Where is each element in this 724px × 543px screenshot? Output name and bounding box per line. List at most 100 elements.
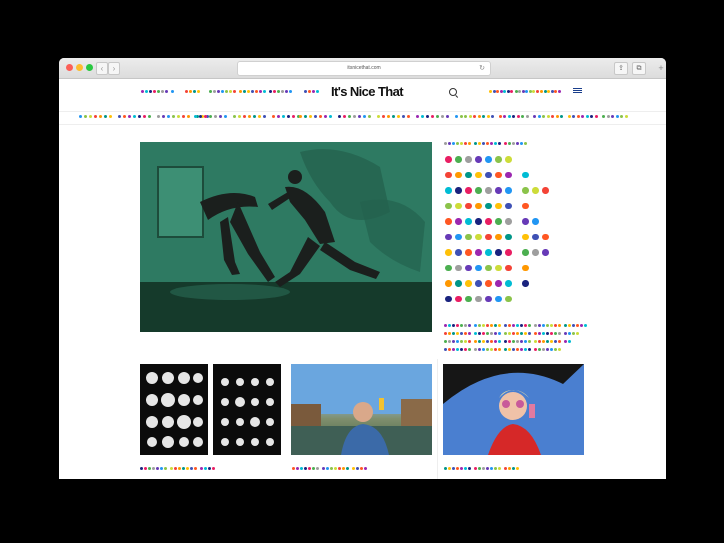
masked-char	[455, 264, 462, 271]
sidebar-headline[interactable]	[445, 202, 532, 209]
sidebar-text	[444, 332, 580, 335]
sidebar-headline[interactable]	[445, 233, 552, 240]
sidebar-headline[interactable]	[445, 171, 532, 178]
masked-char	[485, 295, 492, 302]
article-caption[interactable]	[292, 467, 368, 470]
masked-char	[473, 115, 476, 118]
flag-icon[interactable]	[573, 88, 582, 94]
masked-char	[485, 280, 492, 287]
masked-char	[521, 115, 524, 118]
category-nav[interactable]	[194, 115, 302, 118]
article-thumbnail[interactable]	[291, 364, 432, 455]
masked-char	[524, 348, 527, 351]
masked-char	[448, 142, 451, 145]
masked-char	[542, 187, 549, 194]
masked-char	[494, 324, 497, 327]
category-nav[interactable]	[79, 115, 211, 118]
sidebar-headline[interactable]	[445, 280, 532, 287]
masked-char	[494, 340, 497, 343]
masked-char	[140, 467, 143, 470]
masked-char	[485, 249, 492, 256]
masked-char	[504, 332, 507, 335]
article-caption[interactable]	[140, 467, 216, 470]
nav-links[interactable]	[141, 90, 175, 93]
masked-char	[441, 115, 444, 118]
masked-char	[475, 249, 482, 256]
back-button[interactable]: ‹	[96, 62, 108, 75]
masked-char	[148, 467, 151, 470]
masked-char	[538, 324, 541, 327]
masked-char	[445, 187, 452, 194]
masked-char	[456, 324, 459, 327]
masked-char	[197, 90, 200, 93]
sidebar-headline[interactable]	[445, 264, 532, 271]
masked-char	[164, 467, 167, 470]
share-button[interactable]: ⇪	[614, 62, 628, 75]
masked-char	[382, 115, 385, 118]
minimize-window-button[interactable]	[76, 64, 83, 71]
masked-char	[444, 348, 447, 351]
masked-char	[508, 142, 511, 145]
article-caption[interactable]	[444, 467, 520, 470]
masked-char	[535, 90, 539, 93]
masked-char	[475, 171, 482, 178]
account-links[interactable]	[489, 90, 561, 93]
masked-char	[436, 115, 439, 118]
article-thumbnail[interactable]	[443, 364, 584, 455]
masked-char	[464, 324, 467, 327]
masked-char	[475, 202, 482, 209]
masked-char	[464, 332, 467, 335]
search-icon[interactable]	[449, 88, 457, 96]
masked-char	[534, 324, 537, 327]
sidebar-headline[interactable]	[445, 249, 552, 256]
masked-char	[465, 233, 472, 240]
masked-char	[342, 467, 345, 470]
zoom-window-button[interactable]	[86, 64, 93, 71]
new-tab-button[interactable]: +	[656, 58, 666, 78]
masked-char	[281, 90, 284, 93]
masked-char	[558, 348, 561, 351]
masked-char	[490, 348, 493, 351]
masked-char	[144, 467, 147, 470]
nav-links[interactable]	[185, 90, 201, 93]
masked-char	[522, 187, 529, 194]
forward-button[interactable]: ›	[108, 62, 120, 75]
category-nav[interactable]	[464, 115, 629, 118]
masked-char	[194, 467, 197, 470]
article-thumbnail[interactable]	[140, 364, 281, 455]
masked-char	[138, 115, 141, 118]
close-window-button[interactable]	[66, 64, 73, 71]
hero-image[interactable]	[140, 142, 432, 332]
masked-char	[229, 90, 232, 93]
masked-char	[452, 340, 455, 343]
site-logo[interactable]: It's Nice That	[331, 84, 404, 99]
masked-char	[263, 115, 266, 118]
masked-char	[482, 324, 485, 327]
masked-char	[482, 142, 485, 145]
sidebar-headline[interactable]	[445, 187, 552, 194]
masked-char	[358, 115, 361, 118]
masked-char	[542, 348, 545, 351]
masked-char	[468, 340, 471, 343]
nav-links[interactable]	[209, 90, 293, 93]
masked-char	[304, 115, 307, 118]
masked-char	[190, 467, 193, 470]
sidebar-headline[interactable]	[445, 156, 522, 163]
masked-char	[542, 332, 545, 335]
masked-char	[445, 156, 452, 163]
category-nav[interactable]	[299, 115, 465, 118]
reload-icon[interactable]: ↻	[479, 62, 485, 75]
masked-char	[189, 90, 192, 93]
masked-char	[477, 115, 481, 118]
address-bar[interactable]: itsnicethat.com ↻	[237, 61, 491, 76]
masked-char	[516, 324, 519, 327]
nav-links[interactable]	[304, 90, 320, 93]
masked-char	[455, 115, 458, 118]
sidebar-headline[interactable]	[445, 295, 522, 302]
masked-char	[516, 340, 519, 343]
masked-char	[145, 90, 148, 93]
masked-char	[219, 115, 222, 118]
show-tabs-button[interactable]: ⧉	[632, 62, 646, 75]
sidebar-headline[interactable]	[445, 218, 542, 225]
masked-char	[504, 142, 507, 145]
